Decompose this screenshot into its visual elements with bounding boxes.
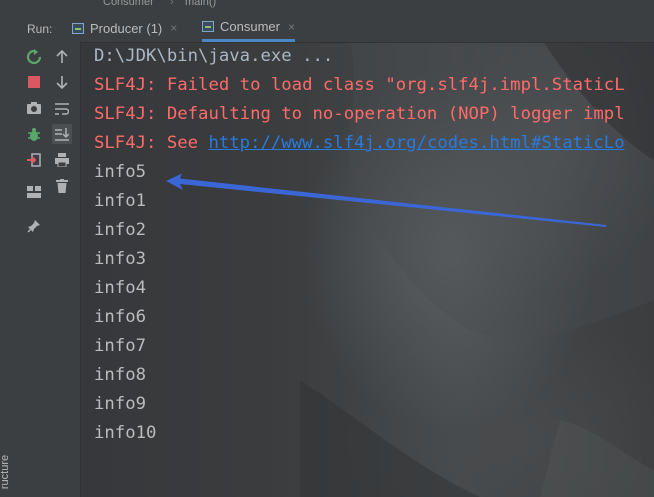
annotation-arrow [166,173,606,227]
